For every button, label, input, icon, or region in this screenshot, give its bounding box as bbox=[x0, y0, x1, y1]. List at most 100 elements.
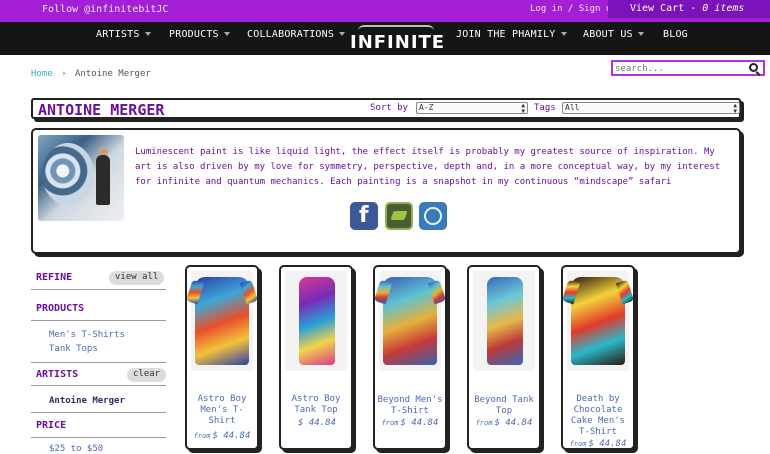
deviantart-icon[interactable] bbox=[385, 202, 413, 230]
product-card[interactable]: Astro Boy Men's T-Shirt from $ 44.84 bbox=[185, 265, 259, 450]
price-from: from bbox=[569, 440, 587, 448]
sort-select[interactable]: A-Z ▲ ▼ bbox=[416, 102, 528, 115]
artwork-swirl bbox=[42, 143, 94, 205]
artist-title-bar: ANTOINE MERGER Sort by A-Z ▲ ▼ Tags All ▲… bbox=[31, 98, 741, 119]
login-signup-link[interactable]: Log in / Sign up bbox=[530, 4, 617, 14]
nav-join-label: JOIN THE PHAMILY bbox=[456, 29, 556, 40]
divider bbox=[31, 385, 166, 386]
tags-select[interactable]: All ▲ ▼ bbox=[562, 102, 740, 115]
product-price: from $ 44.84 bbox=[469, 418, 539, 428]
breadcrumb-separator: › bbox=[61, 69, 67, 79]
tshirt-graphic bbox=[571, 277, 625, 365]
products-heading: PRODUCTS bbox=[36, 303, 85, 314]
product-image[interactable] bbox=[379, 271, 441, 371]
chevron-down-icon bbox=[560, 32, 567, 36]
select-arrows-icon: ▲ ▼ bbox=[521, 102, 525, 115]
price-amount: $ 44.84 bbox=[494, 418, 533, 428]
breadcrumb: Home › Antoine Merger bbox=[31, 69, 151, 79]
price-heading: PRICE bbox=[36, 420, 67, 431]
facebook-icon[interactable] bbox=[350, 202, 378, 230]
logo-text: INFINITE bbox=[350, 32, 446, 53]
select-arrows-icon: ▲ ▼ bbox=[733, 102, 737, 115]
filter-tank-tops[interactable]: Tank Tops bbox=[49, 344, 98, 354]
nav-collaborations-label: COLLABORATIONS bbox=[247, 29, 335, 40]
artist-photo bbox=[38, 135, 124, 221]
divider bbox=[31, 362, 166, 363]
product-name[interactable]: Beyond Men's T-Shirt bbox=[375, 395, 445, 417]
search-icon[interactable] bbox=[749, 63, 758, 72]
breadcrumb-current: Antoine Merger bbox=[74, 69, 151, 79]
nav-collaborations[interactable]: COLLABORATIONS bbox=[247, 29, 346, 40]
nav-blog-label: BLOG bbox=[663, 29, 688, 40]
nav-about-label: ABOUT US bbox=[583, 29, 633, 40]
view-all-button[interactable]: view all bbox=[109, 271, 165, 285]
product-card[interactable]: Beyond Tank Top from $ 44.84 bbox=[467, 265, 541, 450]
price-from: from bbox=[193, 432, 211, 440]
chevron-down-icon bbox=[339, 32, 346, 36]
price-amount: $ 44.84 bbox=[400, 418, 439, 428]
top-bar: Follow @infinitebitJC Log in / Sign up V… bbox=[0, 0, 770, 22]
bio-text: Luminescent paint is like liquid light, … bbox=[135, 147, 721, 187]
follow-link[interactable]: Follow @infinitebitJC bbox=[42, 4, 168, 15]
price-from: from bbox=[475, 419, 493, 427]
chevron-down-icon bbox=[144, 32, 151, 36]
nav-products-label: PRODUCTS bbox=[169, 29, 219, 40]
price-amount: $ 44.84 bbox=[212, 431, 251, 441]
filter-artist-active[interactable]: Antoine Merger bbox=[49, 396, 125, 406]
search-box bbox=[611, 60, 765, 76]
nav-about-us[interactable]: ABOUT US bbox=[583, 29, 644, 40]
site-logo[interactable]: INFINITE bbox=[350, 24, 446, 55]
price-amount: $ 44.84 bbox=[298, 418, 336, 428]
product-price: from $ 44.84 bbox=[187, 431, 257, 441]
clear-button[interactable]: clear bbox=[127, 368, 167, 382]
product-price: $ 44.84 bbox=[281, 418, 351, 428]
tanktop-graphic bbox=[487, 277, 523, 365]
tshirt-graphic bbox=[383, 277, 437, 365]
artist-figure bbox=[96, 155, 110, 205]
divider bbox=[31, 412, 166, 413]
filter-mens-tshirts[interactable]: Men's T-Shirts bbox=[49, 330, 125, 340]
nav-products[interactable]: PRODUCTS bbox=[169, 29, 230, 40]
artists-heading: ARTISTS bbox=[36, 369, 79, 380]
tags-label: Tags bbox=[534, 103, 556, 113]
nav-blog[interactable]: BLOG bbox=[663, 29, 688, 40]
nav-artists-label: ARTISTS bbox=[96, 29, 140, 40]
nav-join-the-phamily[interactable]: JOIN THE PHAMILY bbox=[456, 29, 567, 40]
product-card[interactable]: Beyond Men's T-Shirt from $ 44.84 bbox=[373, 265, 447, 450]
filter-price-range[interactable]: $25 to $50 bbox=[49, 444, 103, 454]
chevron-down-icon bbox=[223, 32, 230, 36]
product-image[interactable] bbox=[567, 271, 629, 371]
divider bbox=[31, 320, 166, 321]
product-image[interactable] bbox=[473, 271, 535, 371]
price-amount: $ 44.84 bbox=[588, 439, 627, 449]
view-cart-button[interactable]: View Cart - 0 items bbox=[608, 0, 770, 18]
product-image[interactable] bbox=[191, 271, 253, 371]
website-icon[interactable] bbox=[419, 202, 447, 230]
cart-label: View Cart - bbox=[630, 3, 697, 14]
refine-heading: REFINE bbox=[36, 272, 73, 283]
product-name[interactable]: Astro Boy Tank Top bbox=[281, 394, 351, 416]
logo-arc bbox=[358, 25, 434, 31]
nav-artists[interactable]: ARTISTS bbox=[96, 29, 151, 40]
product-card[interactable]: Astro Boy Tank Top $ 44.84 bbox=[279, 265, 353, 450]
chevron-down-icon bbox=[637, 32, 644, 36]
price-from: from bbox=[381, 419, 399, 427]
sort-label: Sort by bbox=[370, 103, 408, 113]
product-price: from $ 44.84 bbox=[375, 418, 445, 428]
tanktop-graphic bbox=[299, 277, 335, 365]
tshirt-graphic bbox=[195, 277, 249, 365]
page-title: ANTOINE MERGER bbox=[38, 101, 165, 119]
product-image[interactable] bbox=[285, 271, 347, 371]
product-name[interactable]: Beyond Tank Top bbox=[469, 395, 539, 417]
breadcrumb-home[interactable]: Home bbox=[31, 69, 53, 79]
divider bbox=[31, 289, 166, 290]
product-name[interactable]: Astro Boy Men's T-Shirt bbox=[187, 394, 257, 427]
product-price: from $ 44.84 bbox=[563, 439, 633, 449]
sort-select-value: A-Z bbox=[419, 103, 434, 112]
tags-select-value: All bbox=[565, 103, 580, 112]
divider bbox=[31, 437, 166, 438]
search-input[interactable] bbox=[615, 63, 745, 75]
artist-bio: Luminescent paint is like liquid light, … bbox=[31, 128, 741, 254]
product-name[interactable]: Death by Chocolate Cake Men's T-Shirt bbox=[563, 394, 633, 438]
product-card[interactable]: Death by Chocolate Cake Men's T-Shirt fr… bbox=[561, 265, 635, 450]
